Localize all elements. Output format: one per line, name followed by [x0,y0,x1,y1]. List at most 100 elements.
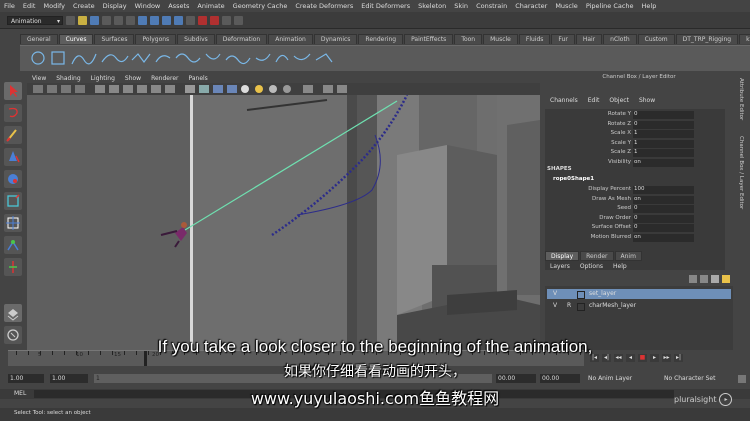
menu-modify[interactable]: Modify [39,2,69,10]
rotate-tool-icon[interactable] [4,170,22,188]
curves-shelf-icons[interactable] [20,46,750,71]
channel-value[interactable]: 1 [633,139,694,148]
snap-grid-icon[interactable] [138,15,147,25]
channel-value[interactable]: 0 [633,120,694,129]
panel-menu-show[interactable]: Show [120,75,146,82]
menu-create[interactable]: Create [69,2,99,10]
channel-row[interactable]: Seed 0 [545,205,725,214]
layer-tab-render[interactable]: Render [580,251,614,261]
menu-display[interactable]: Display [99,2,131,10]
move-tool-icon[interactable] [4,148,22,166]
layout-single-icon[interactable] [4,304,22,322]
shelf-tab-dynamics[interactable]: Dynamics [313,34,358,44]
menu-create-deformers[interactable]: Create Deformers [291,2,357,10]
snap-plane-icon[interactable] [174,15,183,25]
perspective-viewport[interactable] [27,95,540,351]
shape-name[interactable]: rope0Shape1 [553,176,733,185]
menu-edit-deformers[interactable]: Edit Deformers [357,2,414,10]
reference-toggle[interactable]: R [567,301,571,311]
shelf-tab-surfaces[interactable]: Surfaces [94,34,135,44]
new-layer-selected-icon[interactable] [722,275,730,283]
visibility-toggle[interactable]: V [553,301,557,311]
layer-menu-help[interactable]: Help [608,263,632,273]
shelf-tab-painteffects[interactable]: PaintEffects [404,34,454,44]
channel-menu-show[interactable]: Show [634,97,660,107]
shelf-tab-kfi-m[interactable]: kfi_m [739,34,750,44]
menu-character[interactable]: Character [511,2,551,10]
menu-file[interactable]: File [0,2,19,10]
menu-edit[interactable]: Edit [19,2,40,10]
shelf-tab-polygons[interactable]: Polygons [135,34,177,44]
move-layer-up-icon[interactable] [689,275,697,283]
shelf-tab-hair[interactable]: Hair [575,34,603,44]
shelf-tab-subdivs[interactable]: Subdivs [177,34,215,44]
channel-value[interactable]: 0 [633,224,694,233]
channel-box-tab[interactable]: Channel Box / Layer Editor [738,136,744,209]
new-scene-icon[interactable] [66,15,75,25]
shelf-tab-muscle[interactable]: Muscle [483,34,518,44]
new-empty-layer-icon[interactable] [711,275,719,283]
render-settings-icon[interactable] [222,15,231,25]
snap-point-icon[interactable] [162,15,171,25]
select-hierarchy-icon[interactable] [102,15,111,25]
open-scene-icon[interactable] [78,15,87,25]
channel-value[interactable]: 1 [633,149,694,158]
paint-select-icon[interactable] [4,126,22,144]
layer-tab-display[interactable]: Display [545,251,580,261]
layer-menu-layers[interactable]: Layers [545,263,575,273]
history-icon[interactable] [186,15,195,25]
channel-value[interactable]: on [633,234,694,242]
snap-curve-icon[interactable] [150,15,159,25]
menu-animate[interactable]: Animate [193,2,228,10]
shelf-tab-ncloth[interactable]: nCloth [603,34,637,44]
move-layer-down-icon[interactable] [700,275,708,283]
shelf-tab-fur[interactable]: Fur [551,34,575,44]
menu-geometry-cache[interactable]: Geometry Cache [229,2,292,10]
panel-menu-lighting[interactable]: Lighting [86,75,120,82]
menu-muscle[interactable]: Muscle [551,2,582,10]
channel-value[interactable]: 0 [633,205,694,214]
shelf-tab-animation[interactable]: Animation [268,34,313,44]
channel-row[interactable]: Scale Y1 [545,139,725,149]
channel-value[interactable]: on [633,195,694,204]
panel-menu-view[interactable]: View [27,75,51,82]
channel-row[interactable]: Motion Blurred on [545,234,725,243]
ipr-render-icon[interactable] [210,15,219,25]
soft-mod-icon[interactable] [4,236,22,254]
shelf-tab-general[interactable]: General [20,34,58,44]
lasso-tool-icon[interactable] [4,104,22,122]
channel-menu-edit[interactable]: Edit [583,97,605,107]
menu-help[interactable]: Help [638,2,661,10]
shelf-tab-custom[interactable]: Custom [637,34,675,44]
channel-menu-object[interactable]: Object [604,97,634,107]
show-manipulator-icon[interactable] [4,258,22,276]
menu-skeleton[interactable]: Skeleton [414,2,450,10]
channel-row[interactable]: Draw As Mesh on [545,195,725,205]
input-line-icon[interactable] [234,15,243,25]
panel-toolbar-icons[interactable] [27,83,540,95]
layer-color-swatch[interactable] [577,291,585,299]
save-scene-icon[interactable] [90,15,99,25]
layer-row[interactable]: Vset_layer [547,289,731,299]
shelf-tab-curves[interactable]: Curves [58,34,94,44]
channel-value[interactable]: 1 [633,130,694,139]
shelf-tab-deformation[interactable]: Deformation [215,34,268,44]
menu-window[interactable]: Window [131,2,165,10]
panel-menu-shading[interactable]: Shading [51,75,85,82]
channel-value[interactable]: 0 [633,214,694,223]
visibility-toggle[interactable]: V [553,289,557,299]
menu-pipeline-cache[interactable]: Pipeline Cache [582,2,638,10]
channel-row[interactable]: Draw Order 0 [545,214,725,224]
menu-assets[interactable]: Assets [164,2,193,10]
menu-constrain[interactable]: Constrain [472,2,511,10]
layer-menu-options[interactable]: Options [575,263,608,273]
channel-row[interactable]: Scale X1 [545,130,725,139]
scale-tool-icon[interactable] [4,192,22,210]
menu-set-dropdown[interactable]: Animation [7,15,63,26]
channel-menu-channels[interactable]: Channels [545,97,583,107]
channel-value[interactable]: 0 [633,111,694,119]
shelf-tab-toon[interactable]: Toon [454,34,483,44]
menu-skin[interactable]: Skin [450,2,472,10]
select-component-icon[interactable] [126,15,135,25]
select-tool-icon[interactable] [4,82,22,100]
